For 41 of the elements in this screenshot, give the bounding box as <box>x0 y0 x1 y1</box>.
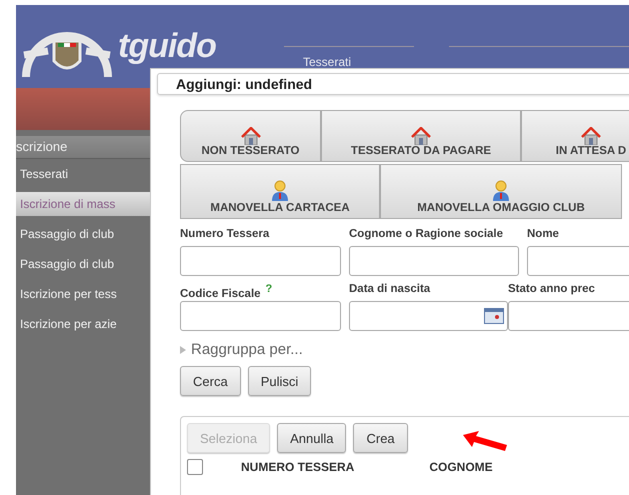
sidebar-item[interactable]: Passaggio di club <box>16 249 150 279</box>
field-label: Nome <box>527 228 560 242</box>
field-label: Stato anno prec <box>508 283 596 297</box>
field-label: Data di nascita <box>349 283 432 297</box>
sidebar-item[interactable]: Iscrizione per tess <box>16 279 150 309</box>
input-field[interactable] <box>180 246 341 276</box>
type-button[interactable]: TESSERATO DA PAGARE <box>321 110 521 162</box>
type-button[interactable]: NON TESSERATO <box>180 110 321 162</box>
field-label: Cognome o Ragione sociale <box>349 228 504 242</box>
house-icon <box>411 127 431 145</box>
column-header: NUMERO TESSERA <box>241 460 354 474</box>
input-field[interactable] <box>180 301 341 331</box>
menu-label[interactable]: Tesserati <box>303 55 352 69</box>
table-action-button[interactable]: Crea <box>353 423 408 453</box>
person-icon <box>491 180 511 202</box>
type-button[interactable]: MANOVELLA OMAGGIO CLUB <box>380 164 622 219</box>
sidebar-item[interactable]: Tesserati <box>16 159 150 189</box>
type-button[interactable]: MANOVELLA CARTACEA <box>180 164 380 219</box>
search-action-button[interactable]: Pulisci <box>248 366 312 396</box>
logo-text: tguido <box>118 26 216 67</box>
field-label: Numero Tessera <box>180 228 270 242</box>
search-action-button[interactable]: Cerca <box>180 366 241 396</box>
pointer-arrow <box>463 431 507 453</box>
sidebar-item[interactable]: Iscrizione per azie <box>16 309 150 339</box>
input-field[interactable] <box>349 246 519 276</box>
sidebar-item[interactable]: Passaggio di club <box>16 219 150 249</box>
person-icon <box>270 180 290 202</box>
date-field[interactable] <box>349 301 508 331</box>
table-action-button[interactable]: Annulla <box>277 423 346 453</box>
sidebar-title: scrizione <box>16 136 150 159</box>
calendar-icon[interactable] <box>484 308 504 324</box>
type-button[interactable]: IN ATTESA D <box>521 110 629 162</box>
group-by-toggle[interactable]: Raggruppa per... <box>180 341 629 358</box>
house-icon <box>581 127 601 145</box>
dialog-title: Aggiungi: undefined <box>157 73 629 95</box>
input-field[interactable] <box>508 301 629 331</box>
input-field[interactable] <box>527 246 629 276</box>
house-icon <box>240 127 260 145</box>
column-header: COGNOME <box>429 460 493 474</box>
select-all-checkbox[interactable] <box>187 459 203 475</box>
expand-triangle-icon <box>180 346 186 354</box>
